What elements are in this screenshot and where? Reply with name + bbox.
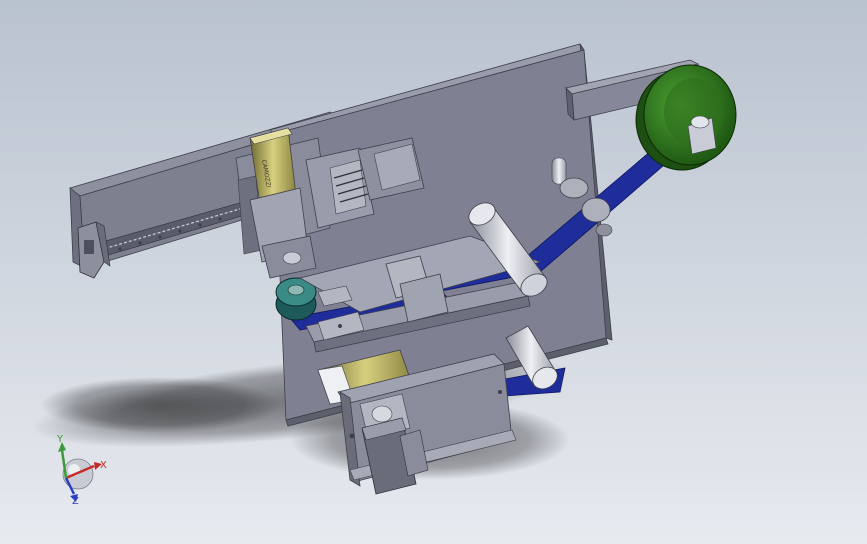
x-axis-label: X: [100, 460, 107, 471]
guide-pulley[interactable]: [275, 277, 317, 321]
z-axis-label: Z: [72, 496, 79, 507]
cad-model-scene[interactable]: CAMOZZI X Y Z: [0, 0, 867, 544]
y-axis-label: Y: [56, 434, 64, 445]
graphics-viewport[interactable]: CAMOZZI X Y Z: [0, 0, 867, 544]
